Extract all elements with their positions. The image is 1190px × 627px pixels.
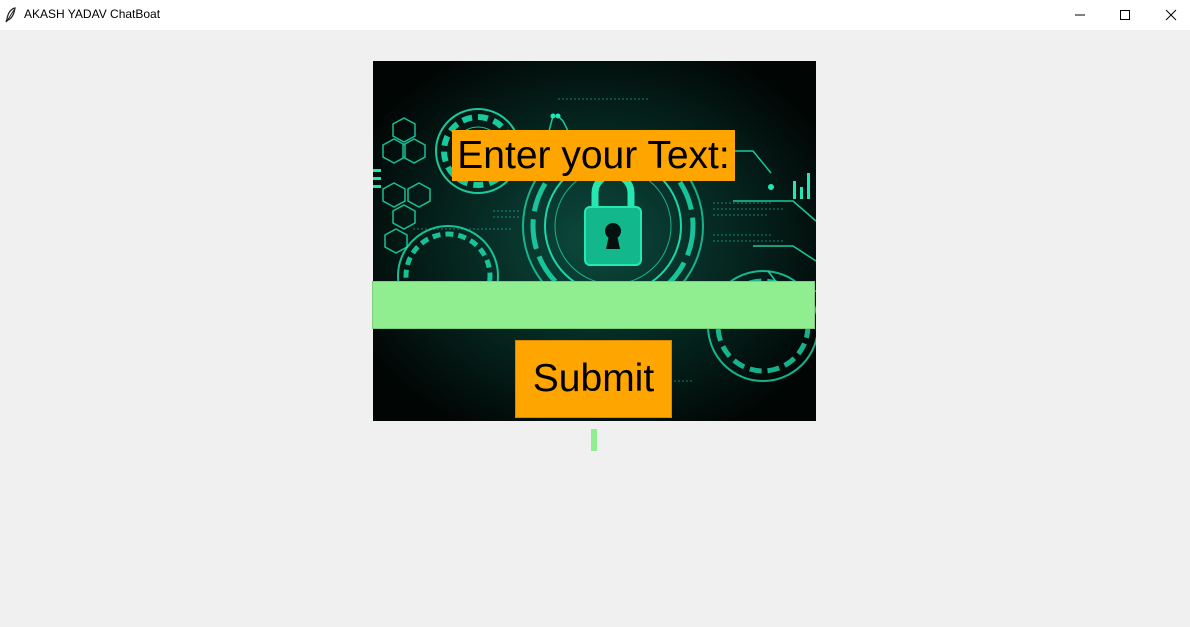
submit-button[interactable]: Submit	[515, 340, 672, 418]
minimize-button[interactable]	[1057, 0, 1103, 30]
maximize-icon	[1120, 10, 1130, 20]
maximize-button[interactable]	[1102, 0, 1148, 30]
title-bar[interactable]: AKASH YADAV ChatBoat	[0, 0, 1190, 30]
prompt-label: Enter your Text:	[452, 130, 735, 181]
close-button[interactable]	[1148, 0, 1190, 30]
window-title: AKASH YADAV ChatBoat	[24, 7, 161, 21]
minimize-icon	[1075, 14, 1085, 16]
output-label	[591, 429, 597, 451]
close-icon	[1165, 9, 1177, 21]
text-input[interactable]	[372, 281, 815, 329]
feather-icon	[5, 7, 16, 23]
app-window: AKASH YADAV ChatBoat Enter your Text: Su…	[0, 0, 1190, 627]
